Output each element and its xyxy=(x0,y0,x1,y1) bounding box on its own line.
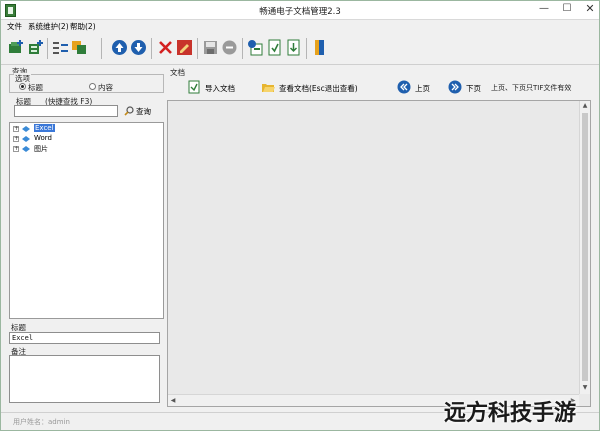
minimize-button[interactable]: — xyxy=(533,2,555,17)
title-bar: 畅通电子文档管理2.3 — ☐ ✕ xyxy=(1,1,599,20)
toolbar-separator xyxy=(242,38,243,59)
expand-icon[interactable]: + xyxy=(13,146,19,152)
tree-item-label: Excel xyxy=(34,124,55,132)
edit-icon[interactable] xyxy=(176,39,193,56)
move-up-icon[interactable] xyxy=(111,39,128,56)
delete-icon[interactable] xyxy=(157,39,174,56)
watermark-text: 远方科技手游 xyxy=(444,401,577,426)
folder-open-icon xyxy=(262,84,275,92)
menu-bar: 文件 系统维护(2) 帮助(2) xyxy=(1,20,599,32)
app-window: 畅通电子文档管理2.3 — ☐ ✕ 文件 系统维护(2) 帮助(2) 查询 选项… xyxy=(0,0,600,431)
import-icon[interactable] xyxy=(247,39,264,56)
radio-content[interactable] xyxy=(89,83,96,90)
maximize-button[interactable]: ☐ xyxy=(556,2,578,17)
toolbar-separator xyxy=(306,38,307,59)
move-down-icon[interactable] xyxy=(130,39,147,56)
folder-tree[interactable]: + Excel + Word + 图片 xyxy=(9,122,164,319)
expand-icon[interactable]: + xyxy=(13,126,19,132)
document-viewer[interactable]: ▲ ▼ ◀ ▶ xyxy=(167,100,591,407)
status-user: 用户姓名：admin xyxy=(13,418,70,426)
cancel-icon[interactable] xyxy=(221,39,238,56)
save-icon[interactable] xyxy=(202,39,219,56)
document-panel: 文档 导入文档 查看文档(Esc退出查看) 上页 下页 上页、下页只TIF文件有… xyxy=(167,67,591,407)
exit-icon[interactable] xyxy=(311,39,328,56)
prev-page-button[interactable]: 上页 xyxy=(397,80,437,96)
radio-content-label[interactable]: 内容 xyxy=(98,82,113,93)
tree-item-label: Word xyxy=(34,134,52,142)
main-toolbar xyxy=(1,32,599,65)
properties-panel: 标题 Excel 备注 xyxy=(9,321,164,405)
search-button-label: 查询 xyxy=(136,107,151,116)
page-hint: 上页、下页只TIF文件有效 xyxy=(491,84,572,92)
prop-title-field[interactable]: Excel xyxy=(9,332,160,344)
window-title: 畅通电子文档管理2.3 xyxy=(259,7,341,17)
expand-icon[interactable]: + xyxy=(13,136,19,142)
add-tree-icon[interactable] xyxy=(27,39,44,56)
view-doc-label: 查看文档(Esc退出查看) xyxy=(279,84,358,93)
folder-node-icon xyxy=(22,126,30,132)
export-icon[interactable] xyxy=(266,39,283,56)
move-icon[interactable] xyxy=(52,39,69,56)
prev-page-icon xyxy=(397,80,411,94)
import-doc-icon xyxy=(188,80,200,94)
next-page-button[interactable]: 下页 xyxy=(448,80,488,96)
toolbar-separator xyxy=(197,38,198,59)
search-input[interactable] xyxy=(14,105,118,117)
folder-node-icon xyxy=(22,146,30,152)
next-page-icon xyxy=(448,80,462,94)
scroll-thumb[interactable] xyxy=(582,113,588,381)
search-icon xyxy=(124,106,134,116)
doc-toolbar: 导入文档 查看文档(Esc退出查看) 上页 下页 上页、下页只TIF文件有效 xyxy=(167,77,591,99)
toolbar-separator xyxy=(101,38,102,59)
radio-title[interactable] xyxy=(19,83,26,90)
import-doc-label: 导入文档 xyxy=(205,84,235,93)
view-doc-button[interactable]: 查看文档(Esc退出查看) xyxy=(261,80,391,96)
copy-icon[interactable] xyxy=(71,39,88,56)
tree-item-label: 图片 xyxy=(34,145,48,153)
toolbar-separator xyxy=(151,38,152,59)
toolbar-separator xyxy=(47,38,48,59)
scroll-left-icon[interactable]: ◀ xyxy=(168,395,178,406)
menu-file[interactable]: 文件 xyxy=(7,21,22,32)
menu-system-maintenance[interactable]: 系统维护(2) xyxy=(28,21,69,32)
radio-title-label[interactable]: 标题 xyxy=(28,82,43,93)
next-page-label: 下页 xyxy=(466,84,481,93)
scroll-up-icon[interactable]: ▲ xyxy=(580,101,590,111)
search-panel: 查询 选项 标题 内容 标题 (快捷查找 F3) 查询 xyxy=(9,67,164,123)
import-doc-button[interactable]: 导入文档 xyxy=(187,80,257,96)
add-folder-icon[interactable] xyxy=(8,39,25,56)
scroll-down-icon[interactable]: ▼ xyxy=(580,383,590,393)
export-all-icon[interactable] xyxy=(285,39,302,56)
vertical-scrollbar[interactable]: ▲ ▼ xyxy=(579,101,590,394)
prev-page-label: 上页 xyxy=(415,84,430,93)
close-button[interactable]: ✕ xyxy=(579,2,600,17)
prop-note-field[interactable] xyxy=(9,355,160,403)
folder-node-icon xyxy=(22,136,30,142)
menu-help[interactable]: 帮助(2) xyxy=(70,21,96,32)
